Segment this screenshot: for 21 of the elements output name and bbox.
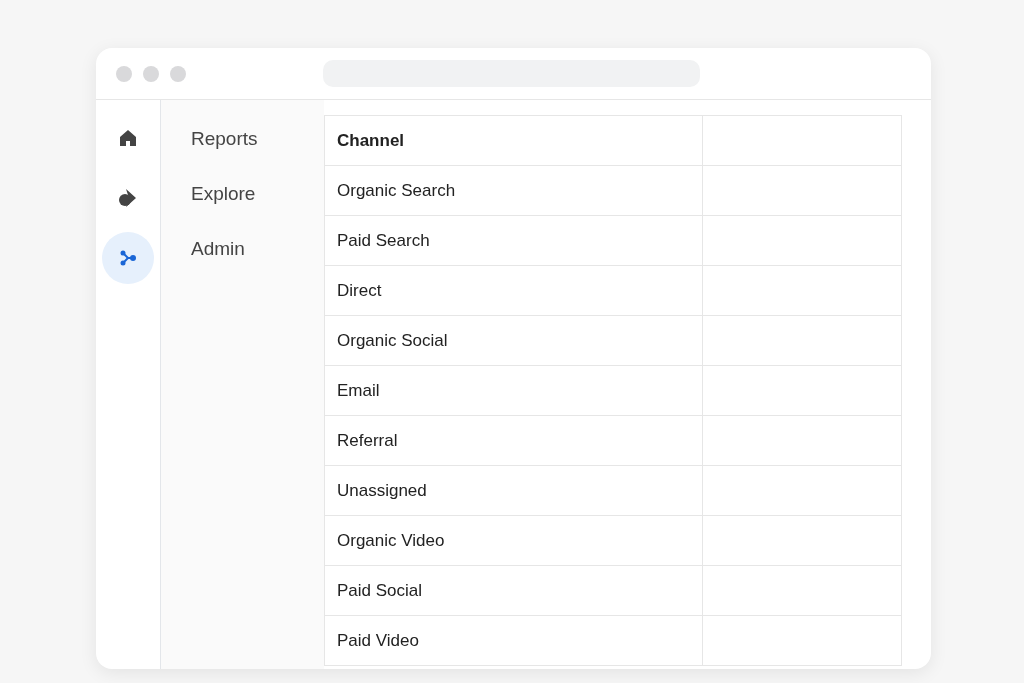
- table-cell: Direct: [324, 265, 703, 316]
- window-dot[interactable]: [170, 65, 186, 82]
- column-header: Channel: [324, 115, 703, 166]
- table-cell: Organic Search: [324, 165, 703, 216]
- table-cell: Paid Search: [324, 215, 703, 266]
- table-cell: Organic Video: [324, 515, 703, 566]
- home-icon: [119, 129, 137, 147]
- nodes-icon: [119, 249, 137, 267]
- nav-item[interactable]: Reports: [191, 128, 324, 150]
- table-cell: Paid Video: [324, 615, 703, 666]
- nav-item[interactable]: Admin: [191, 238, 324, 260]
- table-cell: Referral: [324, 415, 703, 466]
- window-dot[interactable]: [143, 65, 159, 82]
- table-cell: Email: [324, 365, 703, 416]
- rail-button[interactable]: [102, 232, 154, 284]
- nav-item[interactable]: Explore: [191, 183, 324, 205]
- table-cell: Paid Social: [324, 565, 703, 616]
- explore-icon: [118, 187, 138, 209]
- table-cell: Organic Social: [324, 315, 703, 366]
- window-dot[interactable]: [116, 65, 132, 82]
- table-cell: Unassigned: [324, 465, 703, 516]
